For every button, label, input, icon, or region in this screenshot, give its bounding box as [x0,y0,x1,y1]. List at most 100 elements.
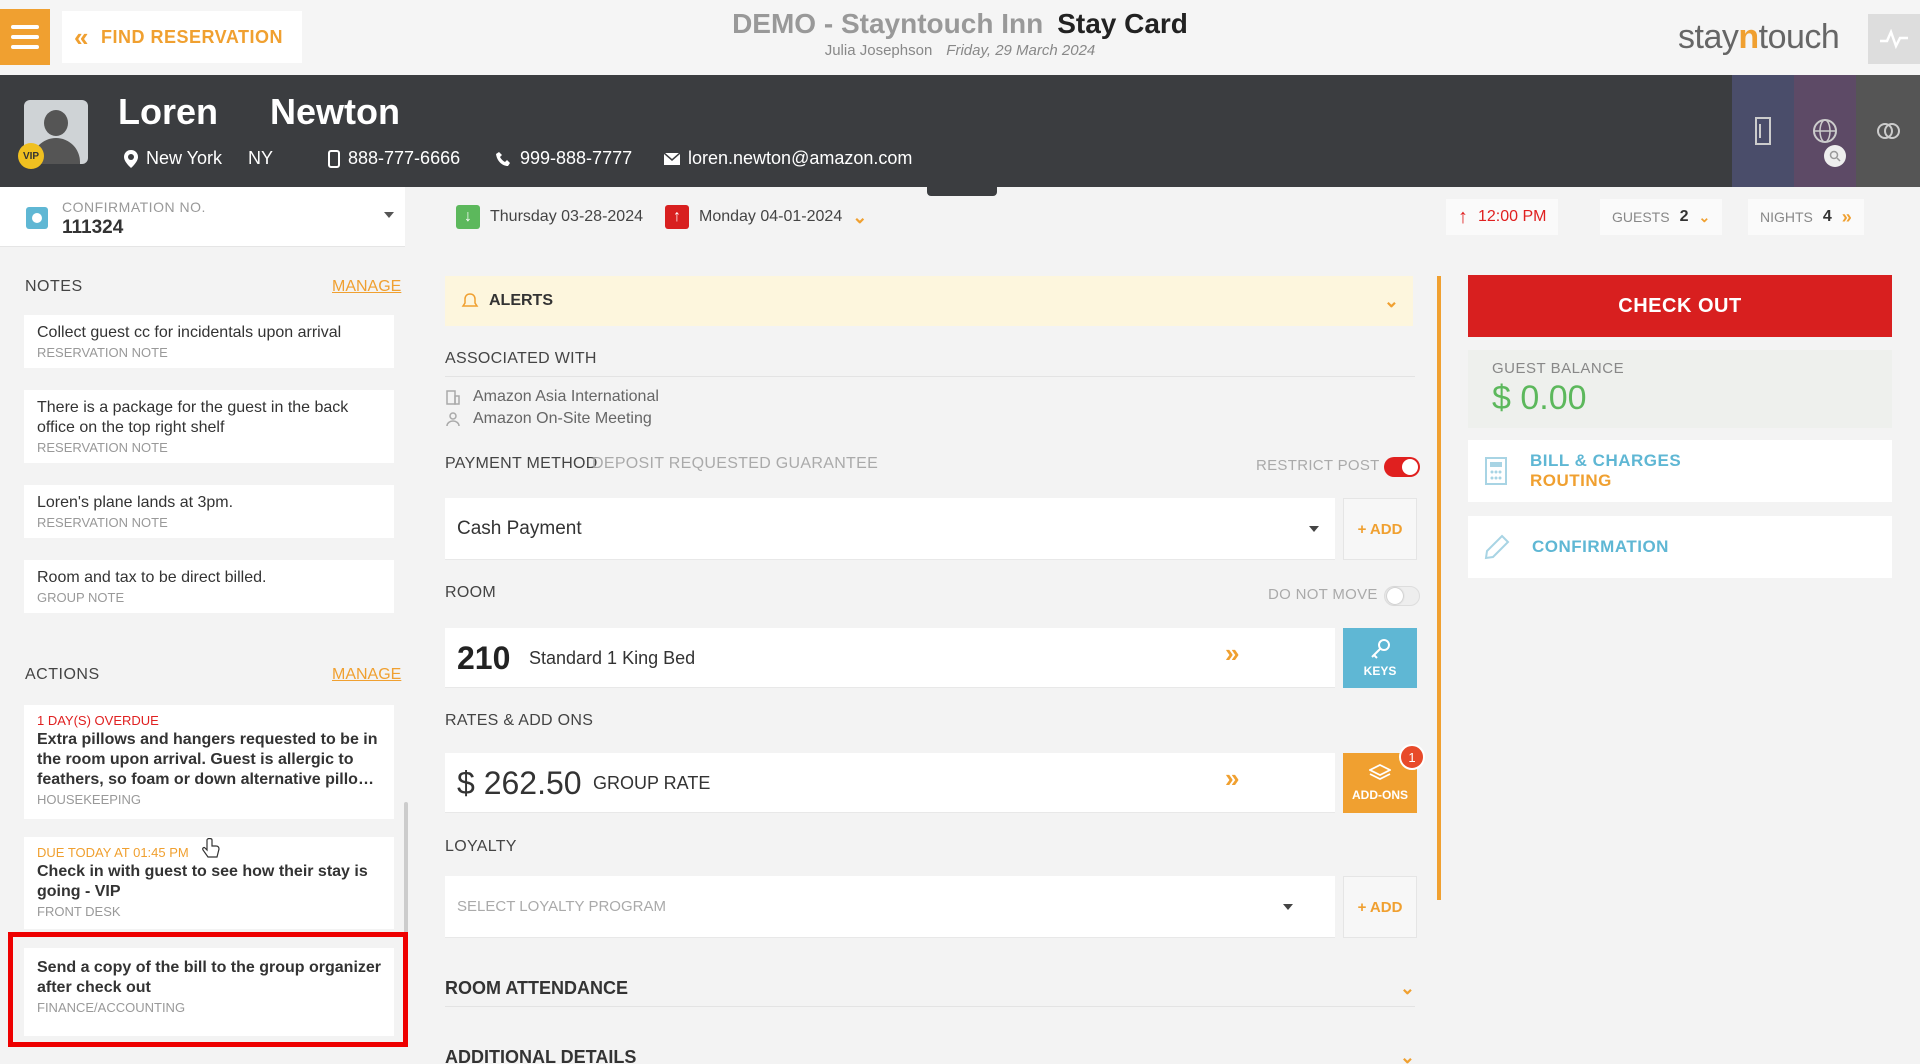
guest-state: NY [248,148,274,168]
do-not-move-toggle[interactable] [1384,586,1420,606]
guest-balance: GUEST BALANCE $ 0.00 [1468,350,1892,428]
guests-count[interactable]: GUESTS 2 ⌄ [1600,199,1723,235]
guest-last-name[interactable]: Newton [270,91,400,133]
activity-button[interactable] [1868,14,1920,64]
page-title: DEMO - Stayntouch Inn Stay Card [0,8,1920,40]
room-attendance-section[interactable]: ROOM ATTENDANCE ⌄ [445,971,1415,1007]
add-ons-count-badge: 1 [1399,744,1425,770]
group-icon [446,412,460,427]
room-number: 210 [457,640,511,676]
actions-manage-link[interactable]: MANAGE [332,666,401,684]
bell-icon [461,293,479,307]
room-type: Standard 1 King Bed [529,648,696,668]
tab-web-search[interactable] [1794,75,1856,187]
deposit-guarantee-label[interactable]: DEPOSIT REQUESTED GUARANTEE [592,455,878,473]
room-label: ROOM [445,584,496,601]
add-loyalty-button[interactable]: + ADD [1343,876,1417,938]
note-item[interactable]: There is a package for the guest in the … [24,390,394,463]
additional-details-section[interactable]: ADDITIONAL DETAILS ⌄ [445,1039,1415,1064]
hotel-name: DEMO - Stayntouch Inn [732,8,1044,39]
chevron-down-icon: ⌄ [1399,1046,1415,1064]
restrict-post-label: RESTRICT POST [1256,457,1380,474]
rates-addons-label: RATES & ADD ONS [445,712,594,729]
note-item[interactable]: Room and tax to be direct billed. GROUP … [24,560,394,613]
chevron-down-icon [384,212,394,218]
link-icon [1877,123,1900,139]
confirmation-link[interactable]: CONFIRMATION [1468,516,1892,578]
chevron-down-icon [1283,904,1293,910]
guest-location: New York NY [124,148,273,169]
rate-selector[interactable]: $ 262.50 GROUP RATE » [445,753,1335,813]
chevron-down-icon: ⌄ [1698,208,1711,225]
check-out-button[interactable]: CHECK OUT [1468,275,1892,337]
loyalty-program-select[interactable]: SELECT LOYALTY PROGRAM [445,876,1335,938]
guest-email[interactable]: loren.newton@amazon.com [664,148,912,169]
double-chevron-right-icon: » [1225,763,1240,793]
chevron-down-icon: ⌄ [1399,978,1415,998]
business-date: Friday, 29 March 2024 [946,42,1096,59]
arrival-arrow-down-icon: ↓ [456,205,480,229]
notes-manage-link[interactable]: MANAGE [332,278,401,296]
double-chevron-right-icon: » [1225,638,1240,668]
guest-city: New York [146,148,223,168]
phone-icon [496,151,510,166]
layers-icon [1369,764,1391,781]
location-pin-icon [124,149,138,168]
arrow-up-icon: ↑ [1458,205,1468,228]
guest-first-name[interactable]: Loren [118,91,218,133]
guest-header: VIP Loren Newton New York NY 888-777-666… [0,75,1920,187]
associated-company[interactable]: Amazon Asia International [445,388,659,406]
calculator-icon [1485,457,1507,485]
alerts-bar[interactable]: ALERTS ⌄ [445,276,1413,326]
note-item[interactable]: Loren's plane lands at 3pm. RESERVATION … [24,485,394,538]
payment-method-label: PAYMENT METHOD [445,455,598,472]
chevron-down-icon: ⌄ [1383,290,1399,311]
restrict-post-toggle[interactable] [1384,457,1420,477]
confirmation-icon [26,207,48,229]
globe-icon [1813,119,1837,143]
actions-title: ACTIONS [25,666,100,683]
bill-charges-routing-link[interactable]: BILL & CHARGES ROUTING [1468,440,1892,502]
confirmation-label: CONFIRMATION NO. [62,199,206,215]
departure-arrow-up-icon: ↑ [665,205,689,229]
confirmation-selector[interactable]: CONFIRMATION NO. 111324 [0,187,405,247]
guest-mobile[interactable]: 888-777-6666 [328,148,460,169]
do-not-move-label: DO NOT MOVE [1268,586,1378,603]
confirmation-number: 111324 [62,217,124,238]
rate-amount: $ 262.50 [457,765,582,801]
search-icon [1824,145,1846,167]
panel-divider [1437,276,1441,900]
nights-count[interactable]: NIGHTS 4 » [1748,199,1864,235]
keys-button[interactable]: KEYS [1343,628,1417,688]
chevron-down-icon: ⌄ [852,206,868,227]
guest-phone[interactable]: 999-888-7777 [496,148,632,169]
tab-room-info[interactable] [1732,75,1794,187]
guest-side-tabs [1732,75,1920,187]
header-subtitle: Julia Josephson Friday, 29 March 2024 [0,42,1920,59]
selection-highlight [8,932,408,1047]
departure-date[interactable]: ↑ Monday 04-01-2024 ⌄ [665,199,867,235]
top-bar: « FIND RESERVATION DEMO - Stayntouch Inn… [0,0,1920,75]
associated-group[interactable]: Amazon On-Site Meeting [445,410,652,428]
hand-cursor-icon [202,838,220,858]
checkout-time[interactable]: ↑ 12:00 PM [1446,199,1559,235]
pen-icon [1484,534,1510,560]
tab-linked-profiles[interactable] [1856,75,1920,187]
main-content: ALERTS ⌄ ASSOCIATED WITH Amazon Asia Int… [420,248,1425,1064]
stay-card-title: Stay Card [1057,8,1188,39]
notes-title: NOTES [25,278,83,295]
payment-method-select[interactable]: Cash Payment [445,498,1335,560]
loyalty-label: LOYALTY [445,838,517,855]
add-payment-button[interactable]: + ADD [1343,498,1417,560]
chevron-down-icon [1309,526,1319,532]
arrival-date[interactable]: ↓ Thursday 03-28-2024 [456,199,643,235]
company-icon [446,390,460,405]
pulse-icon [1880,29,1908,49]
note-item[interactable]: Collect guest cc for incidentals upon ar… [24,315,394,368]
page-header: DEMO - Stayntouch Inn Stay Card Julia Jos… [0,8,1920,59]
email-icon [664,152,680,165]
action-item[interactable]: 1 DAY(S) OVERDUE Extra pillows and hange… [24,705,394,819]
user-name: Julia Josephson [824,42,933,59]
rate-name: GROUP RATE [593,773,711,793]
room-selector[interactable]: 210 Standard 1 King Bed » [445,628,1335,688]
